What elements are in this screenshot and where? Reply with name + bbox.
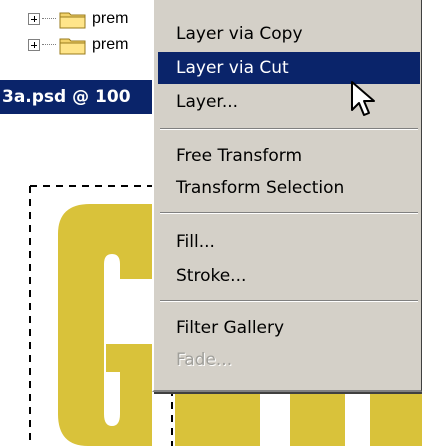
menu-item-layer-via-copy[interactable]: Layer via Copy [158, 18, 420, 50]
context-menu: Layer via Copy Layer via Cut Layer... Fr… [152, 0, 422, 392]
tree-expand-icon[interactable] [28, 39, 40, 51]
tree-connector [42, 44, 56, 46]
tree-item[interactable]: prem [28, 8, 128, 30]
tree-item[interactable]: prem [28, 34, 128, 56]
menu-item-filter-gallery[interactable]: Filter Gallery [158, 312, 420, 344]
tree-expand-icon[interactable] [28, 13, 40, 25]
menu-separator [160, 128, 418, 130]
file-browser-panel: prem prem [0, 0, 160, 78]
menu-separator [160, 212, 418, 214]
arrow-cursor-icon [351, 81, 375, 116]
menu-separator [160, 300, 418, 302]
menu-item-transform-selection[interactable]: Transform Selection [158, 172, 420, 204]
tree-item-label: prem [92, 10, 129, 27]
menu-item-layer[interactable]: Layer... [158, 86, 420, 118]
document-title-bar[interactable]: 3a.psd @ 100 [0, 80, 162, 114]
folder-icon [59, 38, 86, 55]
artwork-letter-g [58, 204, 152, 446]
tree-item-label: prem [92, 36, 129, 53]
menu-item-stroke[interactable]: Stroke... [158, 260, 420, 292]
artwork-letter-d [370, 384, 422, 446]
tree-connector [42, 18, 56, 20]
menu-item-fill[interactable]: Fill... [158, 226, 420, 258]
menu-item-layer-via-cut[interactable]: Layer via Cut [158, 52, 420, 84]
folder-icon [59, 12, 86, 29]
menu-item-fade: Fade... [176, 350, 233, 370]
menu-item-free-transform[interactable]: Free Transform [158, 140, 420, 172]
